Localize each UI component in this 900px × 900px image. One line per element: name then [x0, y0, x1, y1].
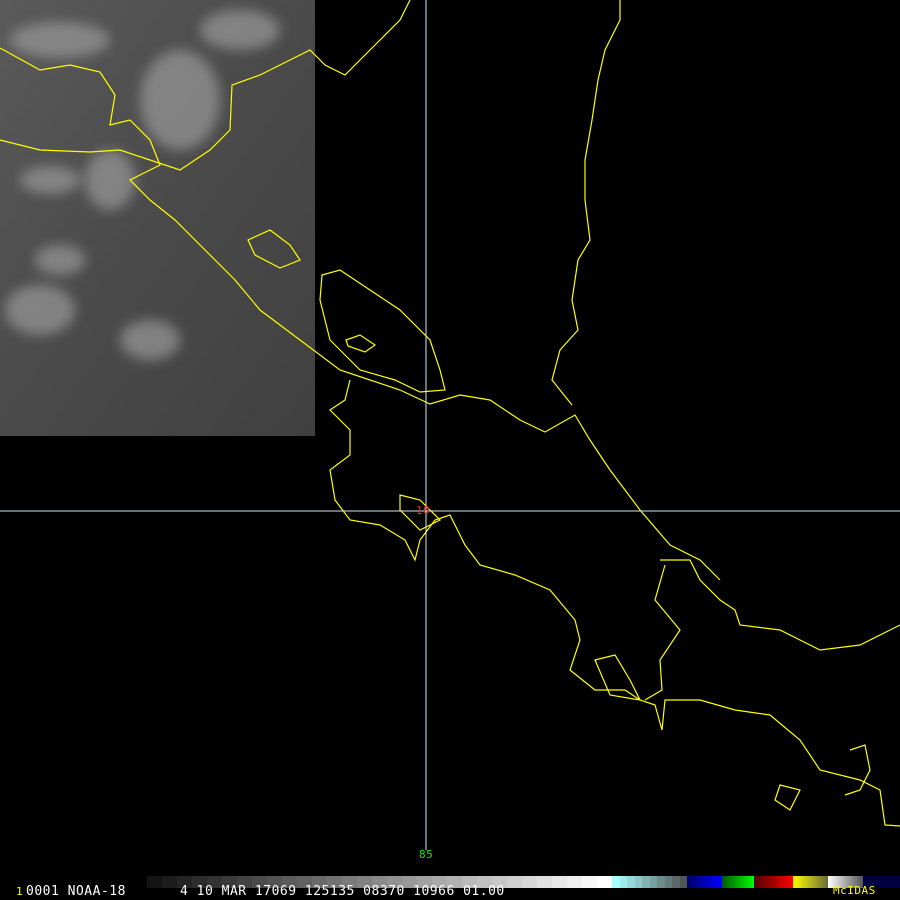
- color-bar-segment: [642, 876, 650, 888]
- color-bar-segment: [679, 876, 687, 888]
- color-bar-segment: [597, 876, 612, 888]
- color-bar-segment: [722, 876, 754, 888]
- color-bar-segment: [612, 876, 620, 888]
- mcidas-brand: McIDAS: [833, 884, 876, 897]
- satellite-image-panel: [0, 0, 315, 436]
- color-bar-segment: [522, 876, 537, 888]
- longitude-label: 85: [419, 848, 434, 861]
- color-bar-segment: [754, 876, 793, 888]
- color-bar-segment: [162, 876, 177, 888]
- frame-number: 1: [16, 885, 24, 898]
- color-bar-segment: [567, 876, 582, 888]
- color-bar-segment: [507, 876, 522, 888]
- color-bar-segment: [619, 876, 627, 888]
- color-bar-segment: [627, 876, 635, 888]
- latitude-label: 10: [416, 504, 431, 517]
- color-bar-segment: [687, 876, 722, 888]
- color-bar-segment: [634, 876, 642, 888]
- color-bar-segment: [657, 876, 665, 888]
- color-bar-segment: [664, 876, 672, 888]
- color-bar-segment: [147, 876, 162, 888]
- color-bar-segment: [552, 876, 567, 888]
- satellite-info: 0001 NOAA-18: [26, 884, 126, 899]
- color-bar-segment: [649, 876, 657, 888]
- color-bar-segment: [793, 876, 828, 888]
- satellite-map[interactable]: [0, 0, 900, 870]
- image-details: 4 10 MAR 17069 125135 08370 10966 01.00: [180, 884, 505, 899]
- color-bar-segment: [537, 876, 552, 888]
- color-bar-segment: [672, 876, 680, 888]
- color-bar-segment: [582, 876, 597, 888]
